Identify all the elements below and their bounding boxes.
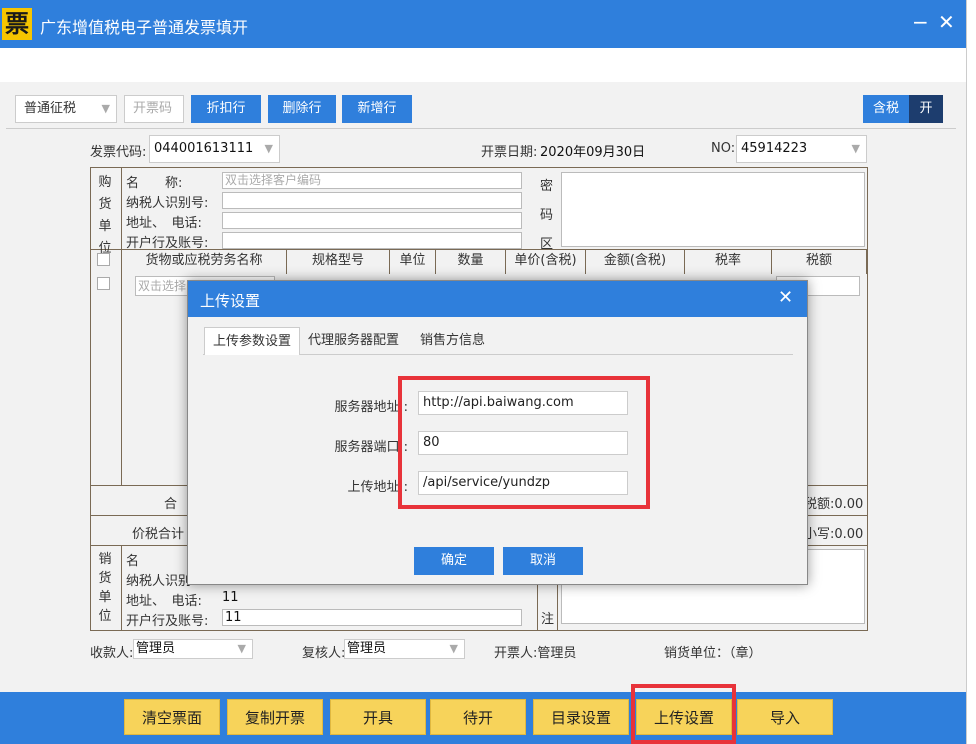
app-logo: 票 <box>2 8 32 40</box>
buyer-address-input[interactable] <box>222 212 522 229</box>
close-button[interactable]: ✕ <box>938 10 955 34</box>
chevron-down-icon: ▼ <box>851 142 860 155</box>
seller-address-value: 11 <box>222 590 239 605</box>
field-label: 上传地址 : <box>347 480 408 495</box>
invoice-date: 2020年09月30日 <box>540 145 646 160</box>
bottom-button[interactable]: 开具 <box>330 699 426 735</box>
tab-upload-params[interactable]: 上传参数设置 <box>204 327 301 355</box>
field-label: 服务器端口 : <box>334 440 408 455</box>
title-bar: 票 广东增值税电子普通发票填开 − ✕ <box>0 0 966 48</box>
upload-settings-dialog: 上传设置 ✕ 上传参数设置 代理服务器配置 销售方信息 服务器地址 : http… <box>187 280 808 585</box>
cipher-label: 密码区 <box>540 179 554 252</box>
tab-proxy-config[interactable]: 代理服务器配置 <box>300 327 407 355</box>
code-input[interactable]: 开票码 <box>124 95 184 123</box>
delete-row-button[interactable]: 删除行 <box>268 95 336 123</box>
buyer-address-label: 地址、 电话: <box>126 216 202 231</box>
background-window-edge <box>966 0 976 744</box>
chevron-down-icon: ▼ <box>264 142 273 155</box>
ok-button[interactable]: 确定 <box>414 547 494 575</box>
invoice-code-select[interactable]: 044001613111 ▼ <box>149 135 280 163</box>
chevron-down-icon: ▼ <box>237 642 246 655</box>
reviewer-label: 复核人: <box>302 646 346 661</box>
field-label: 服务器地址 : <box>334 400 408 415</box>
buyer-name-label: 名 称: <box>126 176 183 191</box>
bottom-button[interactable]: 待开 <box>430 699 526 735</box>
column-header: 金额(含税) <box>586 250 685 274</box>
seller-name-label: 名 <box>126 554 140 569</box>
tax-type-value: 普通征税 <box>24 101 77 116</box>
payee-label: 收款人: <box>90 646 134 661</box>
seller-bank-label: 开户行及账号: <box>126 614 209 629</box>
bottom-button[interactable]: 目录设置 <box>533 699 629 735</box>
column-header: 单位 <box>390 250 436 274</box>
tax-included-toggle[interactable]: 含税 <box>863 95 909 123</box>
column-header: 单价(含税) <box>506 250 586 274</box>
cipher-area <box>561 172 865 247</box>
discount-row-button[interactable]: 折扣行 <box>191 95 261 123</box>
chevron-down-icon: ▼ <box>449 642 458 655</box>
tax-type-select[interactable]: 普通征税 ▼ <box>15 95 117 123</box>
bottom-button[interactable]: 导入 <box>737 699 833 735</box>
grand-total-small: 小写:0.00 <box>804 527 864 542</box>
grand-total-label: 价税合计 <box>132 527 185 542</box>
ribbon-area <box>0 48 966 82</box>
seller-seal: 销货单位：（章） <box>664 646 762 661</box>
bottom-button[interactable]: 清空票面 <box>124 699 220 735</box>
bottom-button[interactable]: 复制开票 <box>227 699 323 735</box>
column-header: 税率 <box>685 250 772 274</box>
tax-total: 税额:0.00 <box>804 497 864 512</box>
invoice-no-label: NO: <box>711 141 736 156</box>
invoice-date-label: 开票日期: <box>481 145 538 160</box>
highlight-box <box>631 684 736 744</box>
issuer: 开票人:管理员 <box>494 646 577 661</box>
seller-side-label: 销货单位 <box>98 552 112 624</box>
buyer-taxid-input[interactable] <box>222 192 522 209</box>
highlight-box <box>398 376 650 509</box>
chevron-down-icon: ▼ <box>101 102 110 115</box>
total-label: 合 <box>164 497 178 512</box>
remark-label: 注 <box>541 612 555 627</box>
column-header: 货物或应税劳务名称 <box>122 250 287 274</box>
close-icon[interactable]: ✕ <box>778 287 793 308</box>
seller-bank-input[interactable]: 11 <box>222 609 522 626</box>
invoice-no-value: 45914223 <box>741 141 808 156</box>
reviewer-select[interactable]: 管理员 ▼ <box>344 639 465 659</box>
buyer-taxid-label: 纳税人识别号: <box>126 196 209 211</box>
minimize-button[interactable]: − <box>912 10 929 34</box>
payee-value: 管理员 <box>136 641 176 656</box>
invoice-no-select[interactable]: 45914223 ▼ <box>736 135 867 163</box>
select-all-checkbox[interactable] <box>97 253 110 266</box>
buyer-name-input[interactable]: 双击选择客户编码 <box>222 172 522 189</box>
payee-select[interactable]: 管理员 ▼ <box>133 639 253 659</box>
tab-seller-info[interactable]: 销售方信息 <box>412 327 493 355</box>
reviewer-value: 管理员 <box>347 641 387 656</box>
invoice-code-value: 044001613111 <box>154 141 254 156</box>
invoice-code-label: 发票代码: <box>90 145 147 160</box>
buyer-side-label: 购货单位 <box>98 175 112 256</box>
row-checkbox[interactable] <box>97 277 110 290</box>
buyer-bank-input[interactable] <box>222 232 522 249</box>
column-header: 规格型号 <box>287 250 390 274</box>
dialog-title: 上传设置 <box>200 292 261 310</box>
cancel-button[interactable]: 取消 <box>503 547 583 575</box>
buyer-bank-label: 开户行及账号: <box>126 236 209 251</box>
column-header: 税额 <box>772 250 867 274</box>
add-row-button[interactable]: 新增行 <box>342 95 412 123</box>
column-header: 数量 <box>436 250 506 274</box>
window-title: 广东增值税电子普通发票填开 <box>40 18 249 37</box>
toggle-on[interactable]: 开 <box>909 95 943 123</box>
seller-address-label: 地址、 电话: <box>126 594 202 609</box>
seller-taxid-label: 纳税人识别 <box>126 574 192 589</box>
dialog-header: 上传设置 ✕ <box>188 281 807 317</box>
